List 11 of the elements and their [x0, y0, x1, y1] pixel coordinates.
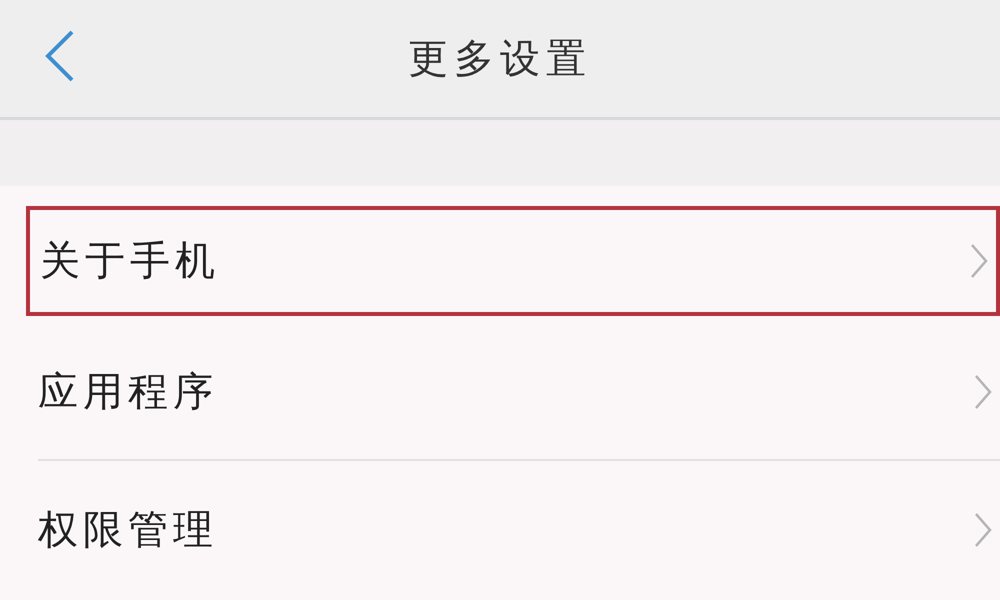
menu-item-label: 关于手机 — [40, 237, 220, 286]
menu-item[interactable]: 应用程序 — [38, 324, 1000, 461]
menu-item-label: 应用程序 — [38, 368, 218, 416]
highlighted-menu-item[interactable]: 关于手机 — [26, 206, 1000, 316]
page-title: 更多设置 — [408, 34, 592, 84]
chevron-right-icon — [970, 243, 988, 279]
menu-item-label: 权限管理 — [38, 506, 218, 554]
back-icon[interactable] — [44, 30, 76, 82]
menu-item[interactable]: 权限管理 — [38, 461, 1000, 598]
chevron-right-icon — [974, 512, 992, 548]
chevron-right-icon — [974, 374, 992, 410]
